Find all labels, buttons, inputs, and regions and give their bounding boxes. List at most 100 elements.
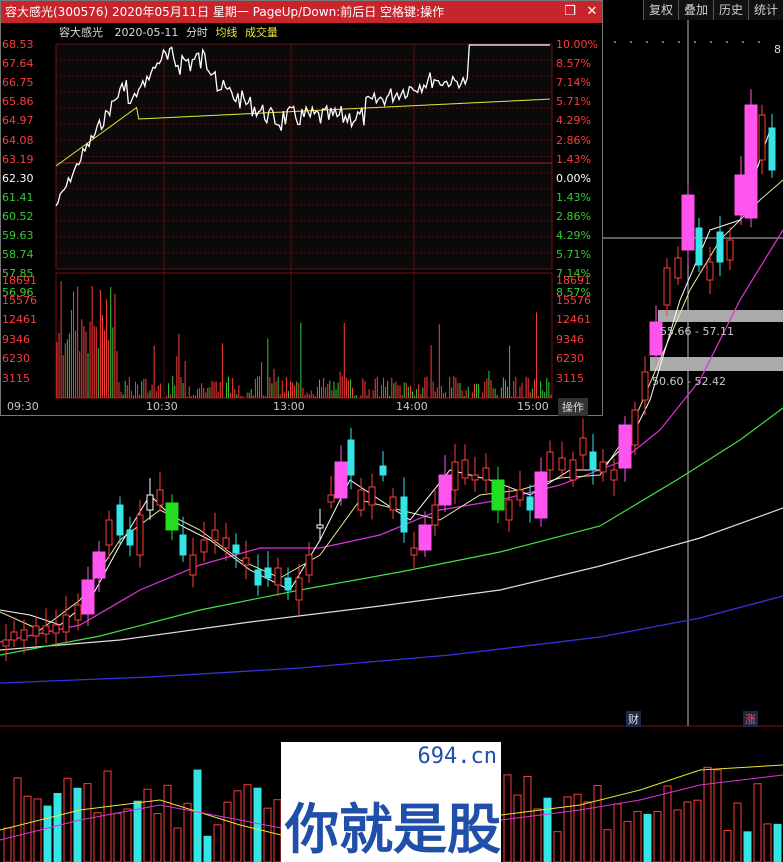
volume-bar (133, 800, 142, 862)
candle-body (62, 614, 70, 633)
popup-titlebar[interactable]: 容大感光(300576) 2020年05月11日 星期一 PageUp/Down… (1, 1, 602, 23)
volume-bar (193, 769, 202, 862)
limit-dot (694, 41, 696, 43)
volume-bar (253, 787, 262, 862)
volume-label: 15576 (2, 293, 37, 307)
price-label: 64.08 (2, 133, 34, 147)
candle-body (558, 457, 566, 471)
time-label: 09:30 (7, 400, 39, 413)
candle-body (81, 579, 95, 615)
candle-body (631, 409, 639, 446)
candle-body (52, 624, 60, 634)
candle-body (599, 461, 607, 473)
legend-avg: 均线 (215, 26, 238, 39)
time-label: 10:30 (146, 400, 178, 413)
volume-bar (513, 794, 522, 862)
restore-icon[interactable]: ❐ (559, 1, 581, 23)
price-label: 60.52 (2, 209, 34, 223)
candle-body (10, 631, 18, 641)
time-label: 15:00 (517, 400, 549, 413)
volume-bar (763, 823, 772, 862)
intraday-chart[interactable] (1, 1, 602, 417)
candle-body (706, 261, 714, 281)
candle-body (305, 554, 313, 576)
price-label: 65.86 (2, 95, 34, 109)
candle-body (42, 625, 50, 635)
candle-body (579, 437, 587, 456)
limit-dot (662, 41, 664, 43)
price-line (55, 44, 550, 207)
limit-up-marker[interactable]: 涨 (743, 711, 758, 727)
top-value-label: 8 (774, 43, 781, 56)
price-label: 58.74 (2, 248, 34, 262)
volume-bar (693, 799, 702, 862)
price-label: 67.64 (2, 57, 34, 71)
stats-button[interactable]: 统计 (747, 0, 783, 20)
limit-dot (758, 41, 760, 43)
volume-label: 6230 (556, 352, 584, 366)
candle-body (505, 499, 513, 521)
fuquan-button[interactable]: 复权 (642, 0, 678, 20)
watermark: 694.cn 你就是股神 (281, 742, 501, 862)
candle-body (116, 504, 124, 536)
percent-label: 2.86% (556, 209, 591, 223)
legend-date: 2020-05-11 (114, 26, 179, 39)
candle-body (126, 529, 134, 546)
limit-dot (646, 41, 648, 43)
watermark-slogan: 你就是股神 (284, 798, 501, 861)
intraday-popup[interactable]: 容大感光(300576) 2020年05月11日 星期一 PageUp/Down… (0, 0, 603, 416)
operate-button[interactable]: 操作 (558, 398, 588, 416)
candle-body (74, 604, 82, 621)
volume-bar (113, 812, 122, 862)
volume-bar (683, 801, 692, 862)
candle-body (768, 127, 776, 171)
candle-body (546, 451, 554, 471)
volume-label: 18691 (2, 274, 37, 287)
candle-body (451, 461, 459, 491)
candle-body (610, 469, 618, 481)
volume-bar (173, 827, 182, 862)
candle-body (674, 257, 682, 279)
volume-label: 12461 (556, 313, 591, 327)
history-button[interactable]: 历史 (712, 0, 748, 20)
percent-label: 4.29% (556, 114, 591, 128)
candle-body (482, 467, 490, 481)
candle-body (92, 551, 106, 579)
candle-body (211, 529, 219, 541)
candle-body (2, 639, 10, 647)
candle-body (471, 474, 479, 481)
volume-bar (713, 769, 722, 862)
overlay-button[interactable]: 叠加 (677, 0, 713, 20)
candle-body (589, 451, 597, 471)
percent-label: 1.43% (556, 152, 591, 166)
candle-body (146, 494, 154, 511)
volume-bar (73, 787, 82, 862)
volume-bar (53, 792, 62, 862)
close-icon[interactable]: ✕ (581, 1, 603, 23)
volume-bar (63, 777, 72, 862)
avg-price-line (55, 98, 550, 167)
candle-body (526, 496, 534, 511)
volume-label: 6230 (2, 352, 30, 366)
volume-bar (103, 770, 112, 862)
percent-label: 4.29% (556, 229, 591, 242)
limit-dot (726, 41, 728, 43)
volume-bar (703, 766, 712, 862)
finance-marker[interactable]: 财 (626, 711, 641, 727)
candle-body (400, 496, 408, 533)
volume-bar (23, 795, 32, 862)
percent-label: 2.86% (556, 133, 591, 147)
candle-body (438, 474, 452, 506)
price-grid (55, 43, 553, 270)
candle-body (242, 557, 250, 566)
volume-label: 15576 (556, 293, 591, 307)
resistance-zone-label: 55.66 - 57.11 (660, 325, 734, 338)
volume-bar (673, 809, 682, 862)
candle-body (222, 537, 230, 549)
candle-body (334, 461, 348, 499)
volume-bar (523, 775, 532, 862)
volume-bar (233, 790, 242, 862)
candle-body (274, 567, 282, 586)
ma-blue (0, 595, 783, 684)
volume-bar (773, 823, 782, 862)
